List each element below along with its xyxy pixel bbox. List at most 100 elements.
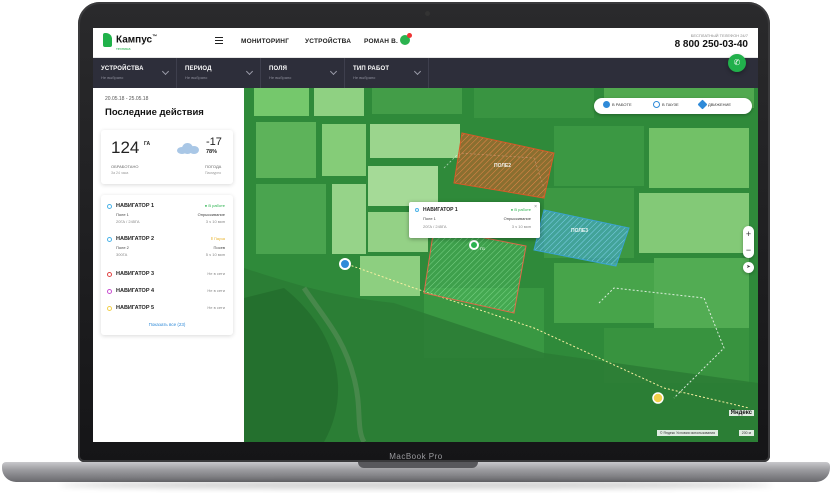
cloud-icon <box>177 143 199 154</box>
navigator-name: НАВИГАТОР 1 <box>116 203 155 209</box>
laptop-base <box>2 462 830 482</box>
filter-value: Не выбрано <box>185 75 208 80</box>
navigator-item-4[interactable]: НАВИГАТОР 4 Не в сети <box>101 288 233 298</box>
navigator-duration: 5 ч 10 мин <box>205 252 225 257</box>
notification-dot <box>407 33 412 38</box>
close-icon[interactable]: × <box>534 204 537 210</box>
zoom-in-button[interactable]: + <box>743 226 754 242</box>
navigator-item-2[interactable]: НАВИГАТОР 2 Ⅱ Пауза Поле 2 Посев 300ГА 5… <box>101 236 233 264</box>
sidebar-title: Последние действия <box>105 107 204 118</box>
status-badge: ● В работе <box>510 207 531 212</box>
navigator-area: 20ГА / 245ГА <box>116 219 140 224</box>
filter-fields[interactable]: ПОЛЯ Не выбрано <box>261 58 345 88</box>
laptop: Кампус™ техника МОНИТОРИНГ УСТРОЙСТВА РО… <box>0 0 832 493</box>
chevron-down-icon <box>329 67 338 76</box>
popup-duration: 3 ч 10 мин <box>511 224 531 229</box>
status-badge: Не в сети <box>207 305 225 310</box>
status-dot-icon <box>415 208 419 212</box>
navigator-work-type: Посев <box>213 245 225 250</box>
laptop-shadow <box>60 481 772 489</box>
weather-condition: Пасмурно <box>205 171 222 175</box>
nav-devices[interactable]: УСТРОЙСТВА <box>305 38 351 45</box>
field-label[interactable]: ПОЛЕ3 <box>571 228 588 234</box>
processed-area-period: За 24 часа <box>111 171 129 175</box>
navigator-item-1[interactable]: НАВИГАТОР 1 ● В работе Поле 1 Опрыскиван… <box>101 203 233 231</box>
field-label: П1 <box>480 246 486 251</box>
filter-devices[interactable]: УСТРОЙСТВА Не выбрано <box>93 58 177 88</box>
status-badge: ● В работе <box>204 203 225 208</box>
navigator-name: НАВИГАТОР 4 <box>116 288 155 294</box>
weather-caption: ПОГОДА <box>205 164 222 169</box>
hotline-caption: БЕСПЛАТНЫЙ ТЕЛЕФОН 24/7 <box>690 33 748 38</box>
navigator-area: 300ГА <box>116 252 128 257</box>
processed-area-caption: ОБРАБОТАНО <box>111 164 139 169</box>
zoom-control: + − <box>743 226 754 258</box>
navigators-card: НАВИГАТОР 1 ● В работе Поле 1 Опрыскиван… <box>101 195 233 335</box>
navigator-duration: 3 ч 10 мин <box>205 219 225 224</box>
filter-work-type[interactable]: ТИП РАБОТ Не выбрано <box>345 58 429 88</box>
logo[interactable]: Кампус™ <box>116 34 157 45</box>
navigator-name: НАВИГАТОР 3 <box>116 271 155 277</box>
filter-value: Не выбрано <box>269 75 292 80</box>
chevron-down-icon <box>161 67 170 76</box>
field-label[interactable]: ПОЛЕ2 <box>494 163 511 169</box>
legend-moving[interactable]: ДВИЖЕНИЕ <box>697 99 731 110</box>
map-scale: 200 м <box>738 430 754 436</box>
date-range: 20.05.18 - 25.05.18 <box>105 96 149 102</box>
navigator-popup: НАВИГАТОР 1 ● В работе × Поле 1 Опрыскив… <box>409 202 540 238</box>
status-badge: Ⅱ Пауза <box>210 236 225 241</box>
filter-label: УСТРОЙСТВА <box>101 66 144 72</box>
map-provider-logo[interactable]: Яндекс <box>728 410 754 416</box>
zoom-out-button[interactable]: − <box>743 242 754 258</box>
sidebar: 20.05.18 - 25.05.18 Последние действия 1… <box>93 88 244 442</box>
chevron-down-icon <box>413 67 422 76</box>
filter-label: ПЕРИОД <box>185 66 212 72</box>
popup-navigator-name: НАВИГАТОР 1 <box>423 207 458 213</box>
logo-icon <box>103 33 112 47</box>
navigator-name: НАВИГАТОР 2 <box>116 236 155 242</box>
processed-area-value: 124 <box>111 138 140 157</box>
menu-icon[interactable] <box>215 37 223 46</box>
filter-label: ТИП РАБОТ <box>353 66 390 72</box>
locate-icon[interactable]: ➤ <box>743 262 754 273</box>
logo-subtitle: техника <box>116 46 131 51</box>
status-badge: Не в сети <box>207 288 225 293</box>
play-icon <box>603 101 610 108</box>
popup-field: Поле 1 <box>423 216 436 221</box>
filter-period[interactable]: ПЕРИОД Не выбрано <box>177 58 261 88</box>
status-dot-icon <box>107 289 112 294</box>
phone-number[interactable]: 8 800 250-03-40 <box>675 39 748 50</box>
processed-area-unit: ГА <box>144 141 151 147</box>
show-all-link[interactable]: Показать все (23) <box>101 322 233 327</box>
camera <box>425 11 430 16</box>
chevron-down-icon <box>245 67 254 76</box>
filter-bar: УСТРОЙСТВА Не выбрано ПЕРИОД Не выбрано … <box>93 58 758 88</box>
stats-card: 124 ГА ОБРАБОТАНО За 24 часа -17 78% ПОГ… <box>101 130 233 184</box>
navigator-work-type: Опрыскивание <box>197 212 225 217</box>
navigator-name: НАВИГАТОР 5 <box>116 305 155 311</box>
filter-value: Не выбрано <box>353 75 376 80</box>
navigator-item-5[interactable]: НАВИГАТОР 5 Не в сети <box>101 305 233 315</box>
map-attribution[interactable]: © Яндекс Условия использования <box>656 430 718 436</box>
legend-paused[interactable]: В ПАУЗЕ <box>653 101 679 108</box>
navigator-field: Поле 1 <box>116 212 129 217</box>
status-dot-icon <box>107 272 112 277</box>
avatar[interactable] <box>400 33 412 45</box>
popup-work-type: Опрыскивание <box>503 216 531 221</box>
nav-monitoring[interactable]: МОНИТОРИНГ <box>241 38 289 45</box>
map[interactable]: ПОЛЕ2 ПОЛЕ3 П1 В РАБОТЕ В ПАУЗЕ ДВИЖЕНИЕ… <box>244 88 758 442</box>
navigator-item-3[interactable]: НАВИГАТОР 3 Не в сети <box>101 271 233 281</box>
device-label: MacBook Pro <box>389 452 443 461</box>
navigator-field: Поле 2 <box>116 245 129 250</box>
filter-label: ПОЛЯ <box>269 66 288 72</box>
status-dot-icon <box>107 204 112 209</box>
temperature-value: -17 <box>206 136 222 148</box>
laptop-notch <box>358 462 478 468</box>
pause-icon <box>653 101 660 108</box>
phone-icon[interactable]: ✆ <box>728 54 746 72</box>
status-badge: Не в сети <box>207 271 225 276</box>
status-dot-icon <box>107 306 112 311</box>
direction-icon <box>697 99 708 110</box>
nav-user[interactable]: РОМАН В. <box>364 38 398 45</box>
legend-working[interactable]: В РАБОТЕ <box>603 101 632 108</box>
